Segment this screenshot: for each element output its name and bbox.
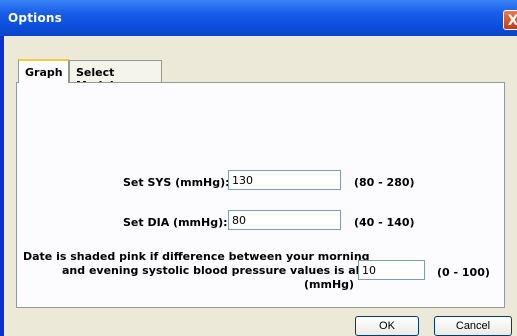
dia-label: Set DIA (mmHg): [123,216,228,229]
sys-label: Set SYS (mmHg): [123,176,230,189]
dia-range: (40 - 140) [354,216,415,229]
tab-graph[interactable]: Graph [18,59,69,83]
pink-rule-unit: (mmHg) [304,278,355,291]
sys-range: (80 - 280) [354,176,415,189]
close-icon[interactable]: X [503,10,517,30]
options-window: Options X Graph Select Model Set SYS (mm… [0,0,517,336]
title-bar: Options X [0,0,517,36]
sys-input[interactable] [228,170,341,190]
tab-select-model[interactable]: Select Model [69,60,162,92]
pink-rule-line1: Date is shaded pink if difference betwee… [23,250,370,263]
pink-rule-line2: and evening systolic blood pressure valu… [62,264,391,277]
dialog-body: Graph Select Model Set SYS (mmHg): (80 -… [4,36,517,336]
graph-panel: Set SYS (mmHg): (80 - 280) Set DIA (mmHg… [16,82,505,308]
cancel-button[interactable]: Cancel [434,316,512,336]
pink-threshold-range: (0 - 100) [437,266,490,279]
pink-threshold-input[interactable] [358,260,425,280]
ok-button[interactable]: OK [355,316,419,336]
window-title: Options [8,11,62,25]
dia-input[interactable] [228,210,341,230]
